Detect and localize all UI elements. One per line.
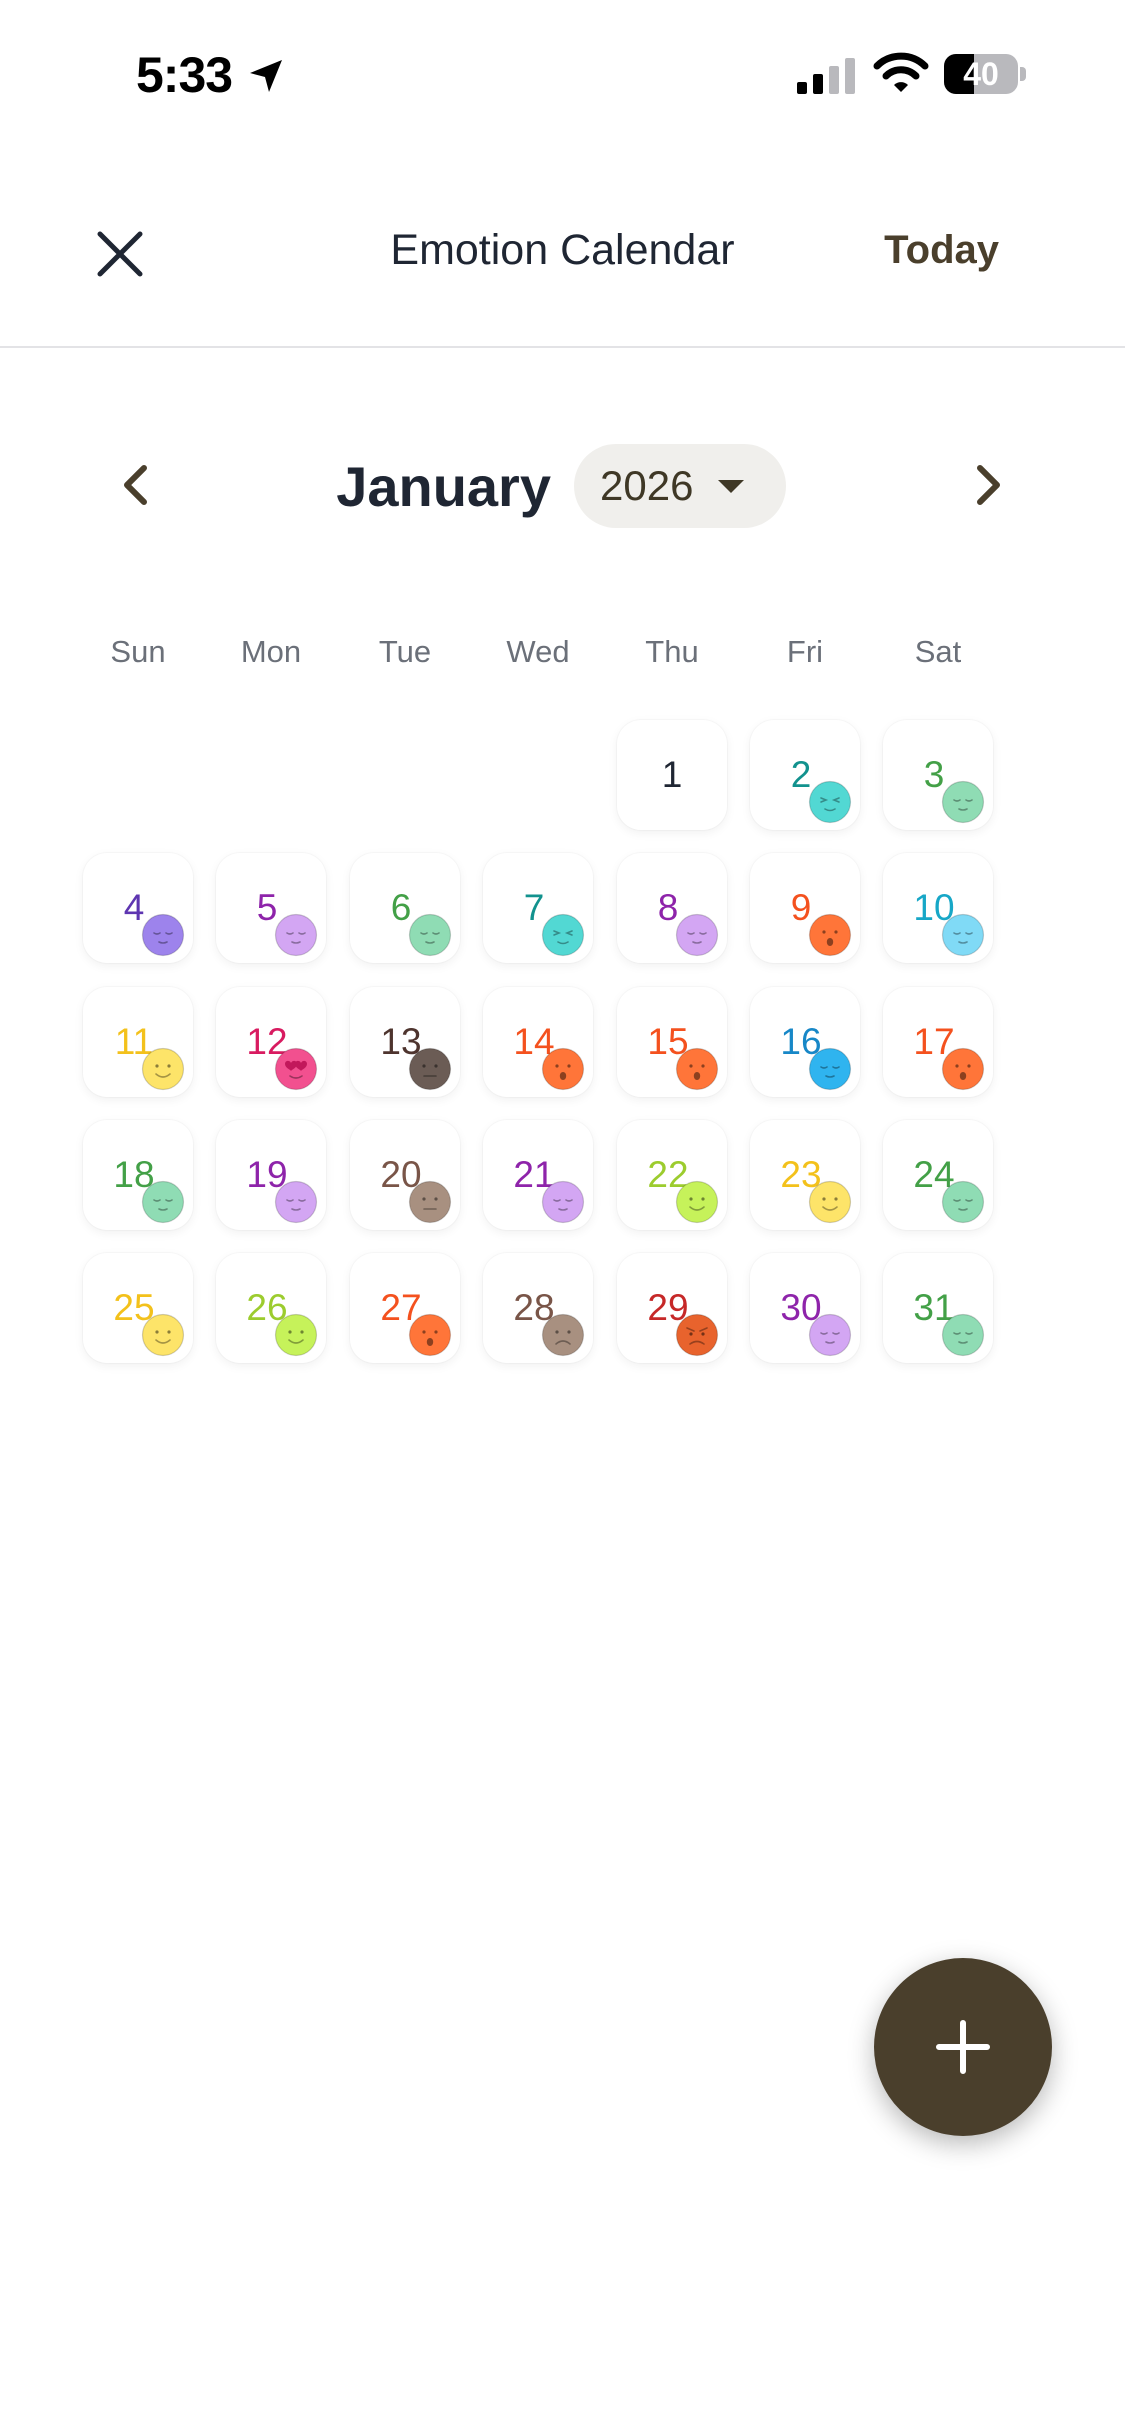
emotion-face-icon xyxy=(675,913,719,957)
nav-header: Emotion Calendar Today xyxy=(0,190,1125,348)
emotion-face-icon xyxy=(941,780,985,824)
calendar-day-cell[interactable]: 2 xyxy=(750,720,860,830)
next-month-chevron-icon[interactable] xyxy=(962,460,1012,510)
emotion-face-icon xyxy=(808,780,852,824)
weekday-label: Fri xyxy=(786,634,824,669)
year-dropdown[interactable]: 2026 xyxy=(574,444,786,528)
calendar-day-cell[interactable]: 6 xyxy=(350,853,460,963)
emotion-face-icon xyxy=(941,913,985,957)
calendar-day-cell[interactable]: 3 xyxy=(883,720,993,830)
calendar-day-cell[interactable]: 5 xyxy=(216,853,326,963)
emotion-face-icon xyxy=(541,1047,585,1091)
emotion-face-icon xyxy=(675,1180,719,1224)
calendar-day-cell[interactable]: 15 xyxy=(617,987,727,1097)
calendar-day-cell[interactable]: 24 xyxy=(883,1120,993,1230)
plus-icon xyxy=(936,2020,990,2074)
calendar-day-cell[interactable]: 31 xyxy=(883,1253,993,1363)
day-number: 1 xyxy=(661,754,683,795)
emotion-face-icon xyxy=(941,1047,985,1091)
signal-icon xyxy=(797,58,855,94)
emotion-face-icon xyxy=(808,913,852,957)
weekday-label: Thu xyxy=(645,634,699,669)
weekday-label: Mon xyxy=(240,634,302,669)
year-value: 2026 xyxy=(600,462,694,509)
calendar-day-cell[interactable]: 18 xyxy=(83,1120,193,1230)
calendar-day-cell[interactable]: 13 xyxy=(350,987,460,1097)
emotion-face-icon xyxy=(408,1047,452,1091)
calendar-day-cell[interactable]: 29 xyxy=(617,1253,727,1363)
weekday-label: Tue xyxy=(378,634,432,669)
battery-body: 40 xyxy=(944,54,1018,94)
calendar-day-cell[interactable]: 11 xyxy=(83,987,193,1097)
emotion-face-icon xyxy=(675,1047,719,1091)
emotion-face-icon xyxy=(541,913,585,957)
emotion-face-icon xyxy=(408,1180,452,1224)
battery-percent: 40 xyxy=(963,56,999,92)
month-label: January xyxy=(336,455,551,518)
emotion-face-icon xyxy=(141,913,185,957)
calendar-day-cell[interactable]: 10 xyxy=(883,853,993,963)
calendar-day-cell[interactable]: 20 xyxy=(350,1120,460,1230)
wifi-icon xyxy=(873,52,929,92)
calendar-day-cell[interactable]: 12 xyxy=(216,987,326,1097)
emotion-face-icon xyxy=(141,1047,185,1091)
status-bar: 5:33 40 xyxy=(0,0,1125,150)
calendar-day-cell[interactable]: 23 xyxy=(750,1120,860,1230)
weekday-label: Sat xyxy=(914,634,962,669)
emotion-face-icon xyxy=(141,1180,185,1224)
add-entry-button[interactable] xyxy=(874,1958,1052,2136)
emotion-face-icon xyxy=(541,1180,585,1224)
emotion-face-icon xyxy=(541,1313,585,1357)
calendar-day-cell[interactable]: 4 xyxy=(83,853,193,963)
calendar-day-cell[interactable]: 30 xyxy=(750,1253,860,1363)
emotion-face-icon xyxy=(274,1313,318,1357)
calendar-day-cell[interactable]: 27 xyxy=(350,1253,460,1363)
battery-tip xyxy=(1020,67,1026,81)
calendar-day-cell[interactable]: 9 xyxy=(750,853,860,963)
calendar-day-cell[interactable]: 1 xyxy=(617,720,727,830)
emotion-face-icon xyxy=(675,1313,719,1357)
emotion-face-icon xyxy=(408,913,452,957)
calendar-day-cell[interactable]: 14 xyxy=(483,987,593,1097)
calendar-day-cell[interactable]: 16 xyxy=(750,987,860,1097)
calendar-day-cell[interactable]: 8 xyxy=(617,853,727,963)
calendar-day-cell[interactable]: 21 xyxy=(483,1120,593,1230)
calendar-day-cell[interactable]: 28 xyxy=(483,1253,593,1363)
calendar-day-cell[interactable]: 19 xyxy=(216,1120,326,1230)
caret-down-icon xyxy=(718,480,744,493)
emotion-face-icon xyxy=(408,1313,452,1357)
emotion-face-icon xyxy=(941,1180,985,1224)
month-navigation: January 2026 xyxy=(0,440,1125,530)
calendar-day-cell[interactable]: 26 xyxy=(216,1253,326,1363)
weekday-label: Wed xyxy=(506,634,570,669)
emotion-face-icon xyxy=(141,1313,185,1357)
location-arrow-icon xyxy=(250,60,282,92)
emotion-face-icon xyxy=(808,1180,852,1224)
calendar-day-cell[interactable]: 22 xyxy=(617,1120,727,1230)
emotion-face-icon xyxy=(274,1180,318,1224)
emotion-face-icon xyxy=(941,1313,985,1357)
calendar-day-cell[interactable]: 17 xyxy=(883,987,993,1097)
calendar-day-cell[interactable]: 7 xyxy=(483,853,593,963)
emotion-face-icon xyxy=(808,1047,852,1091)
status-time: 5:33 xyxy=(136,47,233,103)
weekday-label: Sun xyxy=(110,634,166,669)
emotion-face-icon xyxy=(274,1047,318,1091)
today-button[interactable]: Today xyxy=(884,228,999,273)
battery-indicator: 40 xyxy=(944,54,1026,94)
calendar-day-cell[interactable]: 25 xyxy=(83,1253,193,1363)
emotion-face-icon xyxy=(274,913,318,957)
emotion-face-icon xyxy=(808,1313,852,1357)
